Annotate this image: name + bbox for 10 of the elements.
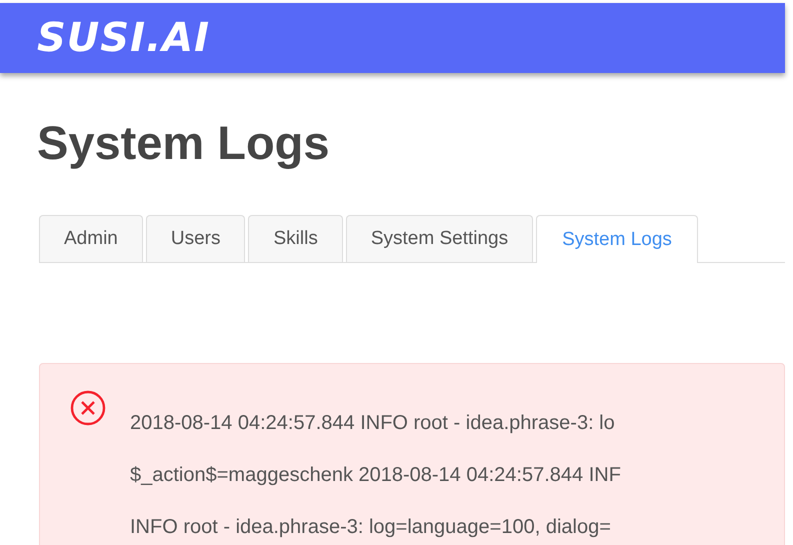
tab[interactable]: Skills — [248, 215, 343, 262]
tab[interactable]: Users — [146, 215, 246, 262]
log-line: 2018-08-14 04:24:57.844 INFO root - idea.phrase-3: lo — [130, 411, 616, 436]
log-line: INFO root - idea.phrase-3: log=language=100, dialog= — [130, 515, 612, 540]
error-icon — [70, 390, 106, 426]
tab[interactable]: System Settings — [346, 215, 534, 262]
logo[interactable]: SUSI.AI — [37, 15, 210, 61]
tab[interactable]: Admin — [39, 215, 143, 262]
page-title: System Logs — [37, 115, 331, 171]
log-line: $_action$=maggeschenk 2018-08-14 04:24:57.844 INF — [130, 463, 621, 488]
